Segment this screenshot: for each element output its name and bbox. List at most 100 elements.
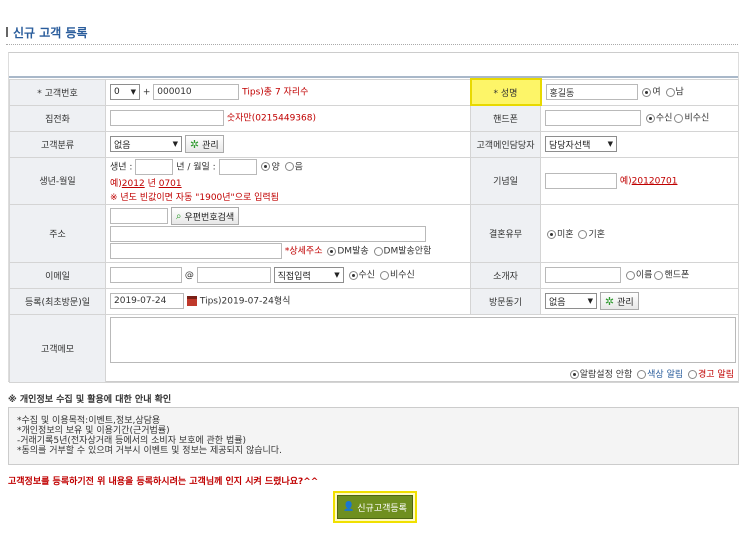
form-top-bar [9,53,738,78]
privacy-title: ※ 개인정보 수집 및 활용에 대한 안내 확인 [8,395,172,405]
alarm-color-radio[interactable] [637,369,647,379]
alarm-color-label: 색상 알림 [647,369,684,380]
home-phone-input[interactable] [110,110,224,126]
visit-manage-button[interactable]: ✲ 관리 [599,292,639,310]
gender-female-radio[interactable] [642,87,652,97]
alarm-none-radio[interactable] [569,369,579,379]
referrer-mobile-radio[interactable] [654,270,664,280]
anniv-input[interactable] [545,172,617,189]
privacy-box: *수집 및 이용목적:이벤트,정보,상담용 *개인정보의 보유 및 이용기간(근… [8,407,739,465]
address-input[interactable] [110,226,426,242]
chevron-down-icon: ▼ [334,271,340,279]
page-header: 신규 고객 등록 [6,25,88,40]
birth-note: ※ 년도 빈값이면 자동 "1900년"으로 입력됨 [110,192,279,203]
mobile-noreceive-label: 비수신 [684,113,710,124]
visit-select[interactable]: 없음 ▼ [545,293,597,309]
home-phone-hint: 숫자만(0215449368) [226,113,316,124]
reg-date-input[interactable] [110,293,184,309]
label-birth: 생년-월일 [9,156,106,205]
single-radio[interactable] [547,229,556,239]
title-divider [6,44,738,45]
memo-textarea[interactable] [110,316,736,363]
row-reg-date: 등록(최초방문)일 Tips)2019-07-24형식 방문동기 없음▼ ✲관리 [9,287,739,315]
referrer-name-radio[interactable] [625,270,635,280]
zipcode-input[interactable] [110,208,168,224]
dm-send-radio[interactable] [327,246,337,256]
cell-name: 여 남 [540,78,739,106]
label-anniv: 기념일 [470,156,541,205]
lunar-radio[interactable] [284,162,294,171]
email-at-sign: @ [184,270,194,281]
email-receive-label: 수신 [358,270,376,281]
mobile-input[interactable] [545,110,641,126]
email-receive-radio[interactable] [348,270,358,280]
birth-year-input[interactable] [135,158,174,175]
category-manage-button[interactable]: ✲ 관리 [184,135,224,153]
address-detail-note: *상세주소 [284,246,323,257]
manager-select[interactable]: 담당자선택 ▼ [545,136,617,152]
birth-example: 예)2012 년 0701 [110,178,182,189]
search-icon: ⌕ [175,210,182,222]
gender-male-label: 남 [675,87,684,98]
solar-radio[interactable] [261,162,271,171]
cell-category: 없음 ▼ ✲ 관리 [105,130,471,158]
cell-memo: 알람설정 안함 색상 알림 경고 알림 [105,313,739,383]
address-detail-input[interactable] [110,243,282,259]
label-mobile: 핸드폰 [470,104,541,132]
chevron-down-icon: ▼ [172,140,178,148]
gender-male-radio[interactable] [665,87,675,97]
referrer-name-label: 이름 [635,270,653,281]
married-radio[interactable] [578,229,588,239]
dm-send-label: DM발송 [337,246,369,257]
row-birth: 생년-월일 생년 : 년 / 월일 : 양 음 예)2012 년 0701 ※ … [9,156,739,205]
anniv-example: 예)20120701 [619,176,678,186]
mobile-receive-radio[interactable] [645,113,655,123]
zipcode-search-button[interactable]: ⌕ 우편번호검색 [170,207,240,225]
email-id-input[interactable] [110,267,182,283]
submit-highlight: 👤 신규고객등록 [333,491,417,523]
mobile-noreceive-radio[interactable] [674,113,684,123]
label-marriage: 결혼유무 [470,203,541,263]
email-noreceive-radio[interactable] [379,270,389,280]
cell-mobile: 수신 비수신 [540,104,739,132]
privacy-line: *개인정보의 보유 및 이용기간(근거법률) [17,426,170,436]
customer-no-prefix-select[interactable]: 0 ▼ [110,84,140,100]
cell-visit: 없음 ▼ ✲ 관리 [540,287,739,315]
referrer-input[interactable] [545,267,621,283]
married-label: 기혼 [588,229,605,240]
label-referrer: 소개자 [470,261,541,289]
dm-nosend-radio[interactable] [373,246,383,256]
cell-address: ⌕ 우편번호검색 *상세주소 DM발송 DM발송안함 [105,203,471,263]
label-manager: 고객메인담당자 [470,130,541,158]
email-noreceive-label: 비수신 [389,270,415,281]
name-input[interactable] [545,84,638,100]
birth-md-input[interactable] [218,158,257,175]
page-title: 신규 고객 등록 [13,25,88,40]
solar-label: 양 [271,162,280,172]
row-category: 고객분류 없음 ▼ ✲ 관리 고객메인담당자 담당자선택 ▼ [9,130,739,158]
email-domain-select[interactable]: 직접입력 ▼ [273,267,344,283]
alarm-none-label: 알람설정 안함 [579,369,633,380]
privacy-line: -거래기록5년(전자상거래 등에서의 소비자 보호에 관한 법률) [17,436,247,446]
customer-form: * 고객번호 0▼ + Tips)총 7 자리수 * 성명 여 남 집전화 숫자… [8,52,739,383]
row-email: 이메일 @ 직접입력 ▼ 수신 비수신 소개자 이름 핸드폰 [9,261,739,289]
customer-no-input[interactable] [153,84,240,100]
category-select[interactable]: 없음 ▼ [110,136,182,152]
label-category: 고객분류 [9,130,106,158]
add-user-icon: 👤 [343,502,355,512]
plus-sign: + [142,87,151,98]
title-marker-icon [6,27,8,37]
register-customer-button[interactable]: 👤 신규고객등록 [337,495,413,519]
calendar-icon[interactable] [187,296,197,306]
email-domain-input[interactable] [196,267,271,283]
mobile-receive-label: 수신 [655,113,673,124]
alarm-warn-radio[interactable] [688,369,698,379]
single-label: 미혼 [557,229,574,240]
alarm-warn-label: 경고 알림 [698,369,734,380]
row-home-phone: 집전화 숫자만(0215449368) 핸드폰 수신 비수신 [9,104,739,132]
label-reg-date: 등록(최초방문)일 [9,287,106,315]
gear-icon: ✲ [604,294,615,308]
cell-anniv: 예)20120701 [540,156,739,205]
label-email: 이메일 [9,261,106,289]
lunar-label: 음 [294,162,303,172]
